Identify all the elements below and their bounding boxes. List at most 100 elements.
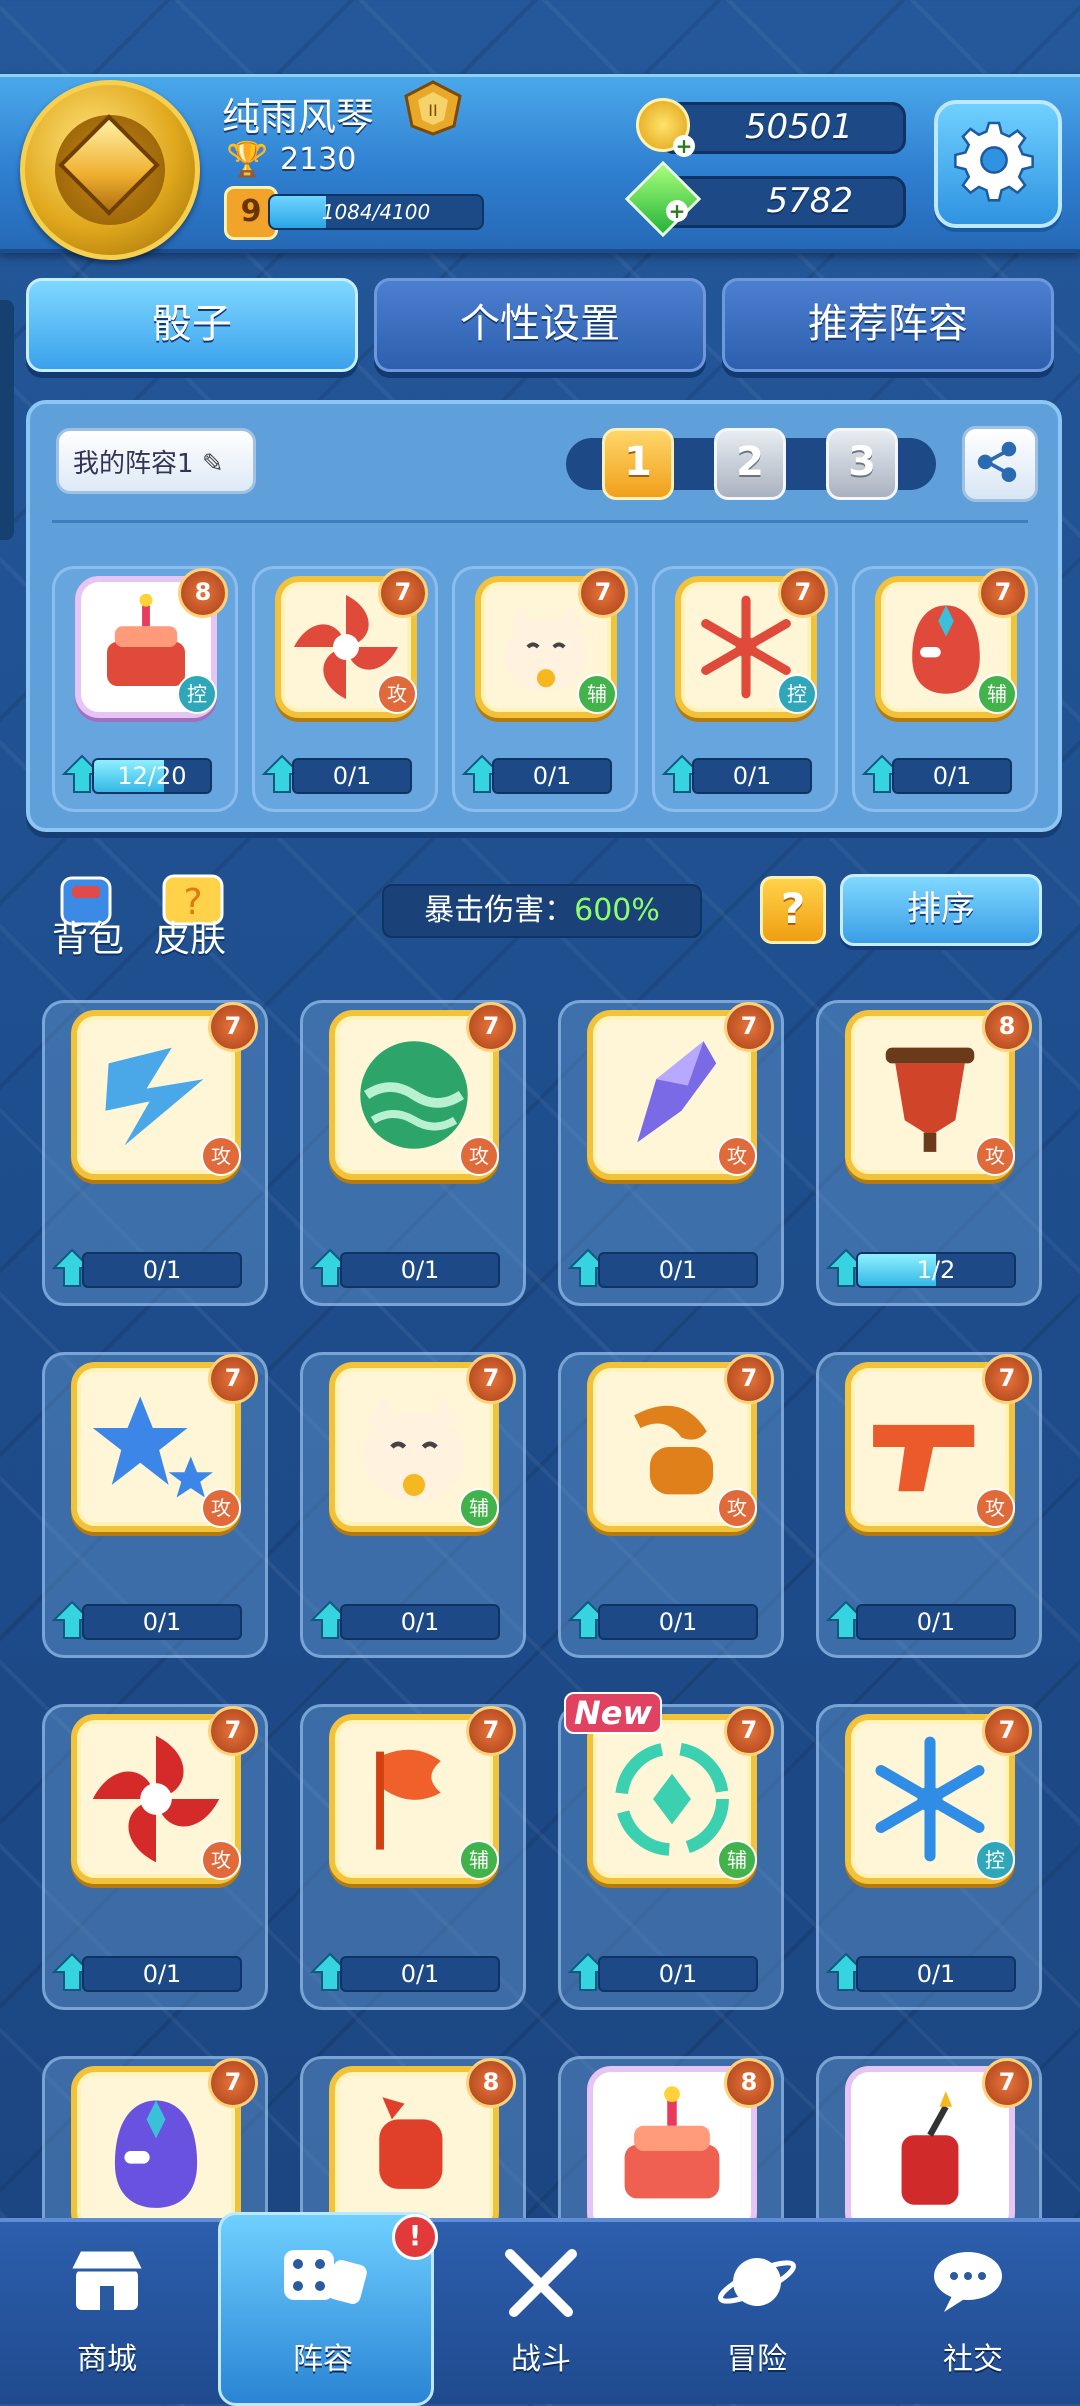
loadout-name-button[interactable]: 我的阵容1 ✎ xyxy=(56,428,256,494)
dice-level-badge: 7 xyxy=(724,1002,774,1052)
new-tag: New xyxy=(564,1692,663,1734)
loadout-slot-2[interactable]: 2 xyxy=(714,428,786,500)
progress-text: 0/1 xyxy=(916,1960,956,1988)
upgrade-progress-bar: 1/2 xyxy=(856,1252,1016,1288)
loadout-slot-1[interactable]: 1 xyxy=(602,428,674,500)
dice-level-badge: 7 xyxy=(208,1002,258,1052)
nav-item-4[interactable]: 社交 xyxy=(898,2240,1048,2378)
dice-role-badge: 辅 xyxy=(459,1488,499,1528)
progress-text: 0/1 xyxy=(932,762,972,790)
upgrade-progress-bar: 0/1 xyxy=(340,1956,500,1992)
loadout-card[interactable]: 7 控 0/1 xyxy=(652,566,838,812)
dice-role-badge: 控 xyxy=(975,1840,1015,1880)
tab-recommended[interactable]: 推荐阵容 xyxy=(722,278,1054,372)
gem-value: 5782 xyxy=(766,181,853,221)
settings-button[interactable] xyxy=(934,100,1062,228)
dice-level-badge: 7 xyxy=(378,568,428,618)
panel-divider xyxy=(52,520,1028,523)
dice-level-badge: 7 xyxy=(724,1354,774,1404)
dice-role-badge: 控 xyxy=(777,674,817,714)
loadout-card[interactable]: 7 辅 0/1 xyxy=(852,566,1038,812)
upgrade-progress-bar: 0/1 xyxy=(82,1956,242,1992)
upgrade-progress-bar: 0/1 xyxy=(82,1604,242,1640)
loadout-card[interactable]: 7 辅 0/1 xyxy=(452,566,638,812)
dice-role-badge: 辅 xyxy=(977,674,1017,714)
dice-role-badge: 攻 xyxy=(717,1488,757,1528)
tab-dice[interactable]: 骰子 xyxy=(26,278,358,372)
nav-item-1[interactable]: 阵容 xyxy=(248,2240,398,2378)
backpack-label[interactable]: 背包 xyxy=(52,910,124,962)
gold-value: 50501 xyxy=(744,107,853,147)
help-button[interactable]: ? xyxy=(760,876,826,944)
dice-level-badge: 8 xyxy=(466,2058,516,2108)
dice-role-badge: 辅 xyxy=(577,674,617,714)
upgrade-progress-bar: 0/1 xyxy=(892,758,1012,794)
loadout-slot-3[interactable]: 3 xyxy=(826,428,898,500)
dice-level-badge: 7 xyxy=(466,1354,516,1404)
progress-text: 0/1 xyxy=(332,762,372,790)
dice-level-badge: 7 xyxy=(978,568,1028,618)
nav-item-2[interactable]: 战斗 xyxy=(466,2240,616,2378)
notification-badge: ! xyxy=(392,2214,438,2260)
xp-bar: 1084/4100 xyxy=(268,194,484,230)
trophy-icon: 🏆 xyxy=(226,140,269,180)
loadout-name: 我的阵容1 xyxy=(73,449,194,479)
xp-text: 1084/4100 xyxy=(321,200,431,224)
collection-card[interactable]: 7 攻 0/1 xyxy=(558,1352,784,1658)
collection-card[interactable]: 7 攻 0/1 xyxy=(42,1000,268,1306)
edit-pencil-icon: ✎ xyxy=(201,449,224,479)
progress-text: 0/1 xyxy=(658,1960,698,1988)
collection-card[interactable]: 7 攻 0/1 xyxy=(558,1000,784,1306)
dice-role-badge: 攻 xyxy=(201,1488,241,1528)
dice-level-badge: 7 xyxy=(208,2058,258,2108)
avatar[interactable] xyxy=(20,80,200,260)
collection-card[interactable]: 7 New 辅 0/1 xyxy=(558,1692,784,2010)
upgrade-progress-bar: 0/1 xyxy=(856,1604,1016,1640)
upgrade-progress-bar: 0/1 xyxy=(82,1252,242,1288)
collection-card[interactable]: 7 辅 0/1 xyxy=(300,1352,526,1658)
collection-card[interactable]: 8 攻 1/2 xyxy=(816,1000,1042,1306)
loadout-card[interactable]: 7 攻 0/1 xyxy=(252,566,438,812)
upgrade-progress-bar: 0/1 xyxy=(292,758,412,794)
nav-label: 商城 xyxy=(77,2342,137,2377)
nav-label: 阵容 xyxy=(293,2342,353,2377)
dice-level-badge: 7 xyxy=(208,1706,258,1756)
collection-card[interactable]: 7 攻 0/1 xyxy=(42,1704,268,2010)
progress-text: 0/1 xyxy=(142,1960,182,1988)
nav-item-3[interactable]: 冒险 xyxy=(682,2240,832,2378)
upgrade-progress-bar: 0/1 xyxy=(598,1604,758,1640)
dice-role-badge: 控 xyxy=(177,674,217,714)
dice-level-badge: 7 xyxy=(982,2058,1032,2108)
upgrade-progress-bar: 0/1 xyxy=(340,1604,500,1640)
progress-text: 0/1 xyxy=(142,1608,182,1636)
collection-card[interactable]: 7 辅 0/1 xyxy=(300,1704,526,2010)
skin-label[interactable]: 皮肤 xyxy=(154,910,226,962)
side-edge-handle xyxy=(0,300,14,540)
dice-icon xyxy=(284,2250,367,2304)
collection-card[interactable]: 7 控 0/1 xyxy=(816,1704,1042,2010)
dice-level-badge: 8 xyxy=(982,1002,1032,1052)
progress-text: 0/1 xyxy=(142,1256,182,1284)
share-button[interactable] xyxy=(962,426,1038,502)
dice-level-badge: 8 xyxy=(724,2058,774,2108)
collection-card[interactable]: 7 攻 0/1 xyxy=(300,1000,526,1306)
share-icon xyxy=(977,441,1017,483)
add-gold-icon[interactable]: + xyxy=(673,135,695,157)
dice-level-badge: 7 xyxy=(466,1706,516,1756)
progress-text: 0/1 xyxy=(658,1608,698,1636)
add-gem-icon[interactable]: + xyxy=(666,200,688,222)
progress-text: 0/1 xyxy=(732,762,772,790)
upgrade-progress-bar: 0/1 xyxy=(598,1252,758,1288)
gear-icon xyxy=(954,121,1034,202)
collection-card[interactable]: 7 攻 0/1 xyxy=(816,1352,1042,1658)
collection-card[interactable]: 7 攻 0/1 xyxy=(42,1352,268,1658)
nav-item-0[interactable]: 商城 xyxy=(32,2240,182,2378)
sort-button[interactable]: 排序 xyxy=(840,874,1042,946)
dice-role-badge: 攻 xyxy=(459,1136,499,1176)
gold-coin-icon[interactable]: + xyxy=(636,98,695,157)
loadout-card[interactable]: 8 控 12/20 xyxy=(52,566,238,812)
dice-role-badge: 攻 xyxy=(201,1136,241,1176)
dice-role-badge: 攻 xyxy=(975,1136,1015,1176)
tab-customize[interactable]: 个性设置 xyxy=(374,278,706,372)
dice-level-badge: 7 xyxy=(466,1002,516,1052)
